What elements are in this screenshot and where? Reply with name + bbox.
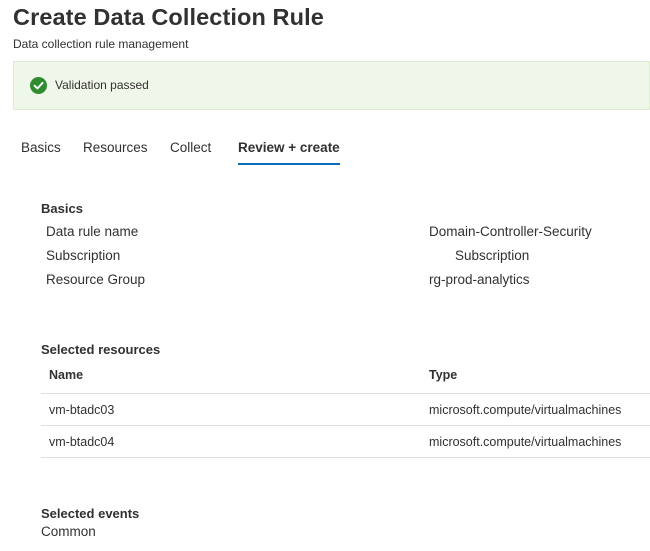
selected-events-value: Common bbox=[41, 524, 96, 539]
page-title: Create Data Collection Rule bbox=[13, 4, 324, 30]
table-row-name: vm-btadc04 bbox=[49, 435, 115, 449]
selected-resources-title: Selected resources bbox=[41, 342, 161, 357]
page-subtitle: Data collection rule management bbox=[13, 37, 189, 51]
tab-basics[interactable]: Basics bbox=[21, 140, 61, 163]
basics-section-title: Basics bbox=[41, 201, 83, 216]
tab-review-create[interactable]: Review + create bbox=[238, 140, 340, 165]
selected-events-title: Selected events bbox=[41, 506, 140, 521]
tab-resources[interactable]: Resources bbox=[83, 140, 148, 163]
resource-group-label: Resource Group bbox=[46, 272, 146, 287]
table-divider bbox=[41, 457, 650, 458]
check-circle-icon bbox=[30, 77, 47, 94]
resource-group-value: rg-prod-analytics bbox=[429, 272, 530, 287]
column-header-name: Name bbox=[49, 368, 84, 382]
validation-banner: Validation passed bbox=[13, 61, 650, 110]
table-row-name: vm-btadc03 bbox=[49, 403, 115, 417]
table-divider bbox=[41, 425, 650, 426]
data-rule-name-value: Domain-Controller-Security bbox=[429, 224, 592, 239]
table-divider bbox=[41, 393, 650, 394]
data-rule-name-label: Data rule name bbox=[46, 224, 139, 239]
validation-message: Validation passed bbox=[55, 78, 149, 92]
create-dcr-page: Create Data Collection Rule Data collect… bbox=[0, 0, 650, 551]
tab-collect[interactable]: Collect bbox=[170, 140, 211, 163]
column-header-type: Type bbox=[429, 368, 458, 382]
table-row-type: microsoft.compute/virtualmachines bbox=[429, 403, 622, 417]
subscription-value: Subscription bbox=[455, 248, 530, 263]
table-row-type: microsoft.compute/virtualmachines bbox=[429, 435, 622, 449]
subscription-label: Subscription bbox=[46, 248, 121, 263]
